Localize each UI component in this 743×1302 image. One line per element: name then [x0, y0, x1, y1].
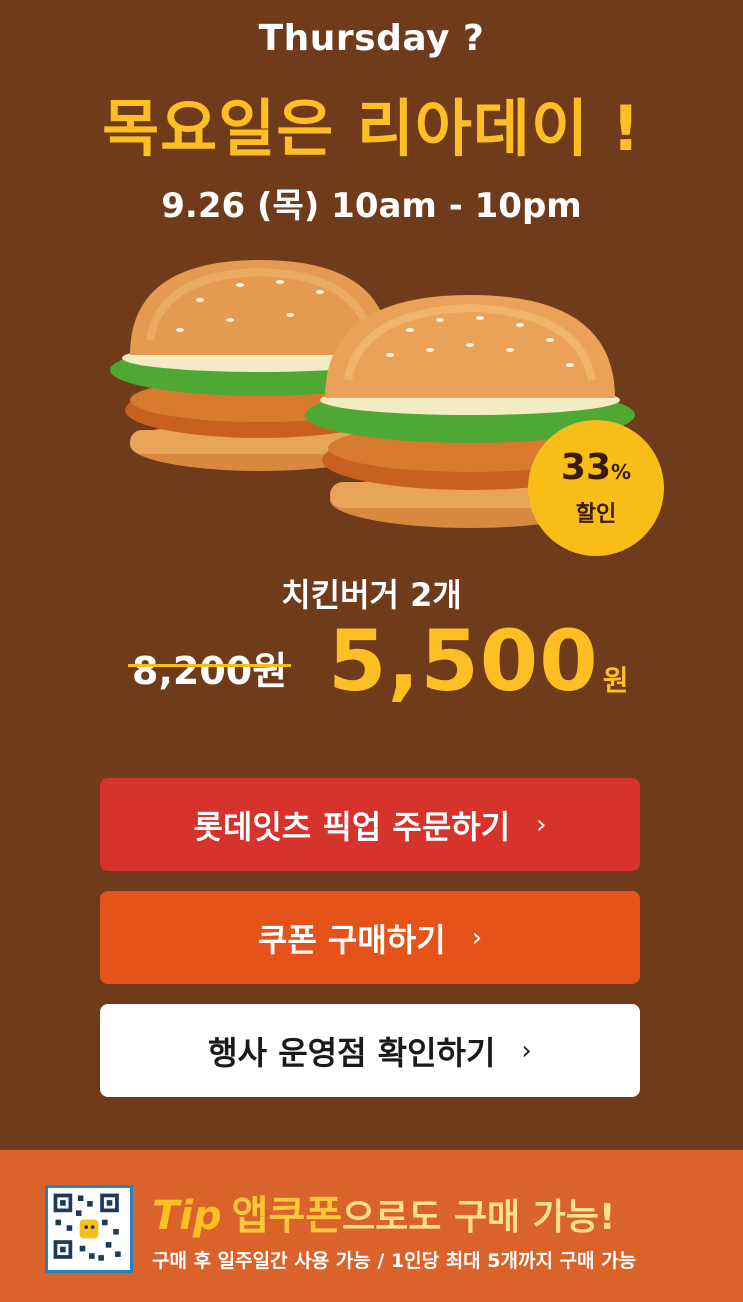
- tip-heading: Tip 앱쿠폰으로도 구매 가능!: [152, 1193, 616, 1239]
- eyebrow-text: Thursday ?: [258, 18, 485, 59]
- qr-code-icon[interactable]: [45, 1185, 133, 1273]
- event-datetime: 9.26 (목) 10am - 10pm: [161, 186, 582, 226]
- tip-label: Tip: [152, 1193, 222, 1239]
- product-name: 치킨버거 2개: [281, 576, 462, 614]
- chevron-right-icon: ›: [471, 922, 483, 953]
- discount-label: 할인: [575, 502, 617, 527]
- pickup-order-button[interactable]: 롯데잇츠 픽업 주문하기 ›: [100, 778, 640, 871]
- discount-percent: 33%: [560, 447, 632, 488]
- discount-badge: 33% 할인: [528, 420, 664, 556]
- app-coupon-text: 앱쿠폰: [231, 1193, 343, 1239]
- headline: 목요일은 리아데이 !: [102, 92, 641, 165]
- buy-coupon-button[interactable]: 쿠폰 구매하기 ›: [100, 891, 640, 984]
- strikethrough-line: [128, 664, 292, 667]
- check-stores-button[interactable]: 행사 운영점 확인하기 ›: [100, 1004, 640, 1097]
- chevron-right-icon: ›: [536, 809, 547, 840]
- tip-subtext: 구매 후 일주일간 사용 가능 / 1인당 최대 5개까지 구매 가능: [152, 1250, 637, 1272]
- chevron-right-icon: ›: [521, 1035, 532, 1066]
- promo-banner: Thursday ? 목요일은 리아데이 ! 9.26 (목) 10am - 1…: [0, 0, 743, 1150]
- sale-price: 5,500 원: [328, 612, 629, 710]
- original-price: 8,200원: [128, 640, 292, 695]
